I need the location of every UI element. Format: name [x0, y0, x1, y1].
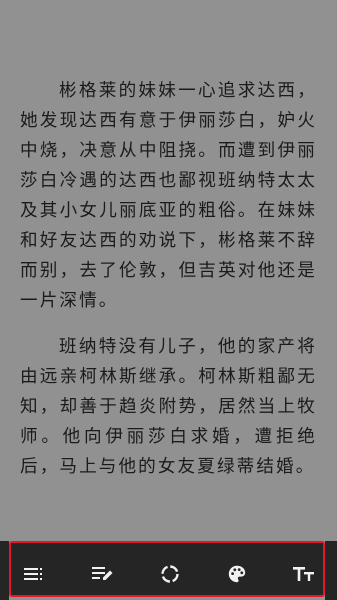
- text-size-button[interactable]: [292, 564, 316, 584]
- bottom-bar-left-edge: [0, 541, 9, 600]
- reader-screen: 彬格莱的妹妹一心追求达西，她发现达西有意于伊丽莎白，妒火中烧，决意从中阻挠。而遭…: [0, 0, 337, 600]
- progress-button[interactable]: [158, 564, 182, 584]
- notes-button[interactable]: [91, 564, 115, 584]
- theme-button[interactable]: [225, 564, 249, 584]
- palette-icon: [228, 565, 246, 583]
- reader-toolbar: [9, 541, 325, 597]
- paragraph: 彬格莱的妹妹一心追求达西，她发现达西有意于伊丽莎白，妒火中烧，决意从中阻挠。而遭…: [20, 81, 317, 311]
- paragraph: 班纳特没有儿子，他的家产将由远亲柯林斯继承。柯林斯粗鄙无知，却善于趋炎附势，居然…: [20, 337, 317, 477]
- toc-button[interactable]: [22, 564, 46, 584]
- text-size-icon: [293, 567, 314, 581]
- list-menu-icon: [24, 568, 42, 580]
- book-content[interactable]: 彬格莱的妹妹一心追求达西，她发现达西有意于伊丽莎白，妒火中烧，决意从中阻挠。而遭…: [0, 0, 337, 540]
- progress-ring-icon: [161, 565, 179, 583]
- edit-note-icon: [92, 567, 113, 580]
- bottom-bar-right-edge: [325, 541, 337, 600]
